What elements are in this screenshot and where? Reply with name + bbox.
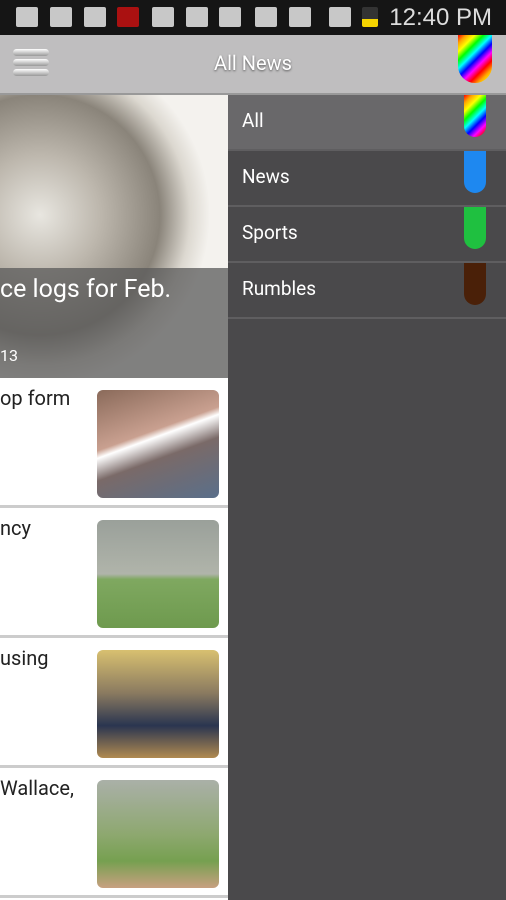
list-item[interactable]: using: [0, 638, 228, 768]
blue-color-icon: [464, 151, 486, 193]
baseball-game-photo: [97, 780, 219, 888]
news-list: ce logs for Feb. 13 op form ncy using Wa…: [0, 95, 228, 900]
baseball-fielder-photo: [97, 520, 219, 628]
drawer-item-sports[interactable]: Sports: [228, 207, 506, 263]
drawer-item-label: Rumbles: [242, 277, 317, 300]
rainbow-color-icon: [464, 95, 486, 137]
category-drawer: All News Sports Rumbles: [228, 95, 506, 319]
download-icon: [152, 7, 174, 27]
article-title: using: [0, 646, 49, 670]
article-title: Wallace,: [0, 776, 74, 800]
wifi-icon: [289, 7, 311, 27]
mute-icon: [255, 7, 277, 27]
article-title: op form: [0, 386, 71, 410]
sd-card-icon: [186, 7, 208, 27]
gallery-icon: [50, 7, 72, 27]
app-bar: All News: [0, 35, 506, 95]
status-bar: 12:40 PM: [0, 0, 506, 35]
hero-date: 13: [0, 346, 18, 365]
missed-call-icon: [117, 7, 139, 27]
hero-title: ce logs for Feb.: [0, 275, 172, 304]
featured-article[interactable]: ce logs for Feb. 13: [0, 95, 228, 378]
drawer-item-rumbles[interactable]: Rumbles: [228, 263, 506, 319]
drawer-item-all[interactable]: All: [228, 95, 506, 151]
drawer-item-label: Sports: [242, 221, 298, 244]
drawer-item-news[interactable]: News: [228, 151, 506, 207]
green-color-icon: [464, 207, 486, 249]
basketball-game-photo: [97, 650, 219, 758]
play-store-icon: [219, 7, 241, 27]
gmail-icon: [84, 7, 106, 27]
list-item[interactable]: op form: [0, 378, 228, 508]
list-item[interactable]: ncy: [0, 508, 228, 638]
airplane-icon: [329, 7, 351, 27]
article-title: ncy: [0, 516, 31, 540]
page-title: All News: [214, 51, 292, 75]
battery-icon: [362, 7, 378, 27]
brown-color-icon: [464, 263, 486, 305]
basketball-player-photo: [97, 390, 219, 498]
drawer-item-label: All: [242, 109, 264, 132]
drawer-item-label: News: [242, 165, 290, 188]
clock: 12:40 PM: [389, 4, 492, 31]
add-icon: [16, 7, 38, 27]
category-color-icon: [458, 35, 492, 83]
list-item[interactable]: Wallace,: [0, 768, 228, 898]
